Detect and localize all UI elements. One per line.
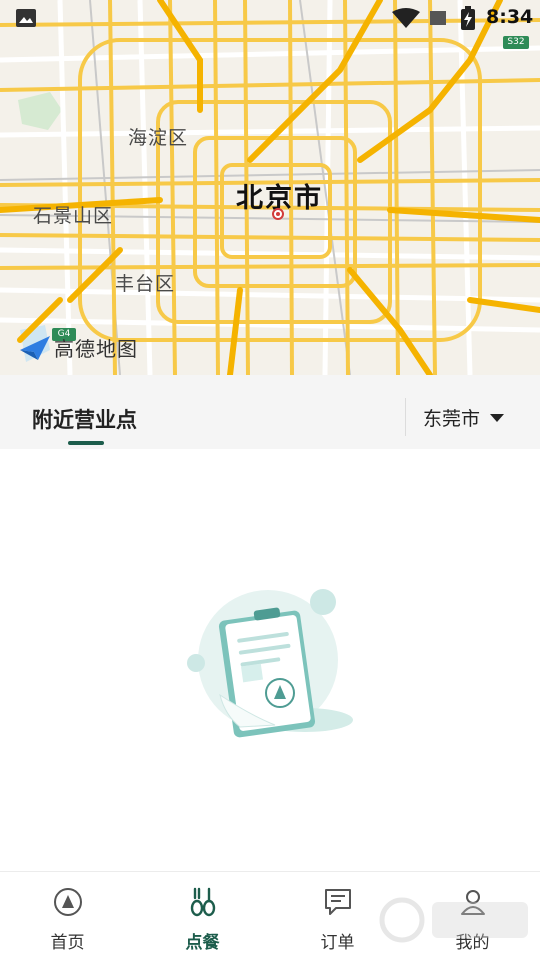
empty-state — [180, 575, 360, 745]
caret-down-icon — [490, 413, 505, 422]
tab-active-indicator — [68, 441, 104, 445]
amap-arrow-icon — [20, 335, 50, 360]
nav-item-order-food[interactable]: 点餐 — [135, 872, 270, 961]
map-provider-logo: 高德地图 — [18, 333, 138, 362]
image-notification-icon — [16, 9, 36, 27]
tab-divider — [405, 398, 406, 436]
status-time: 8:34 — [486, 6, 534, 28]
nav-item-home[interactable]: 首页 — [0, 872, 135, 961]
orders-icon — [324, 889, 351, 915]
nav-label-home: 首页 — [50, 933, 85, 953]
wifi-icon — [392, 8, 420, 28]
home-icon — [53, 888, 82, 916]
clipboard-icon — [187, 589, 353, 738]
status-bar: 8:34 — [0, 0, 540, 34]
signal-icon — [430, 11, 446, 25]
city-selector[interactable]: 东莞市 — [423, 404, 505, 431]
district-label-haidian: 海淀区 — [128, 127, 189, 149]
city-selector-label: 东莞市 — [423, 408, 481, 430]
location-tab-bar: 附近营业点 东莞市 — [0, 375, 540, 449]
highway-badge: S32 — [503, 36, 529, 49]
city-center-marker — [272, 208, 284, 220]
order-food-icon — [190, 887, 215, 917]
watermark-logo — [379, 897, 528, 943]
tab-nearby-stores[interactable]: 附近营业点 — [32, 404, 137, 434]
district-label-shijingshan: 石景山区 — [33, 205, 114, 227]
battery-charging-icon — [461, 6, 475, 30]
nav-label-order-food: 点餐 — [185, 933, 220, 953]
map-view[interactable]: 海淀区 石景山区 丰台区 北京市 S32 G4 高德地图 — [0, 0, 540, 375]
map-provider-text: 高德地图 — [54, 337, 138, 361]
district-label-fengtai: 丰台区 — [115, 273, 176, 295]
